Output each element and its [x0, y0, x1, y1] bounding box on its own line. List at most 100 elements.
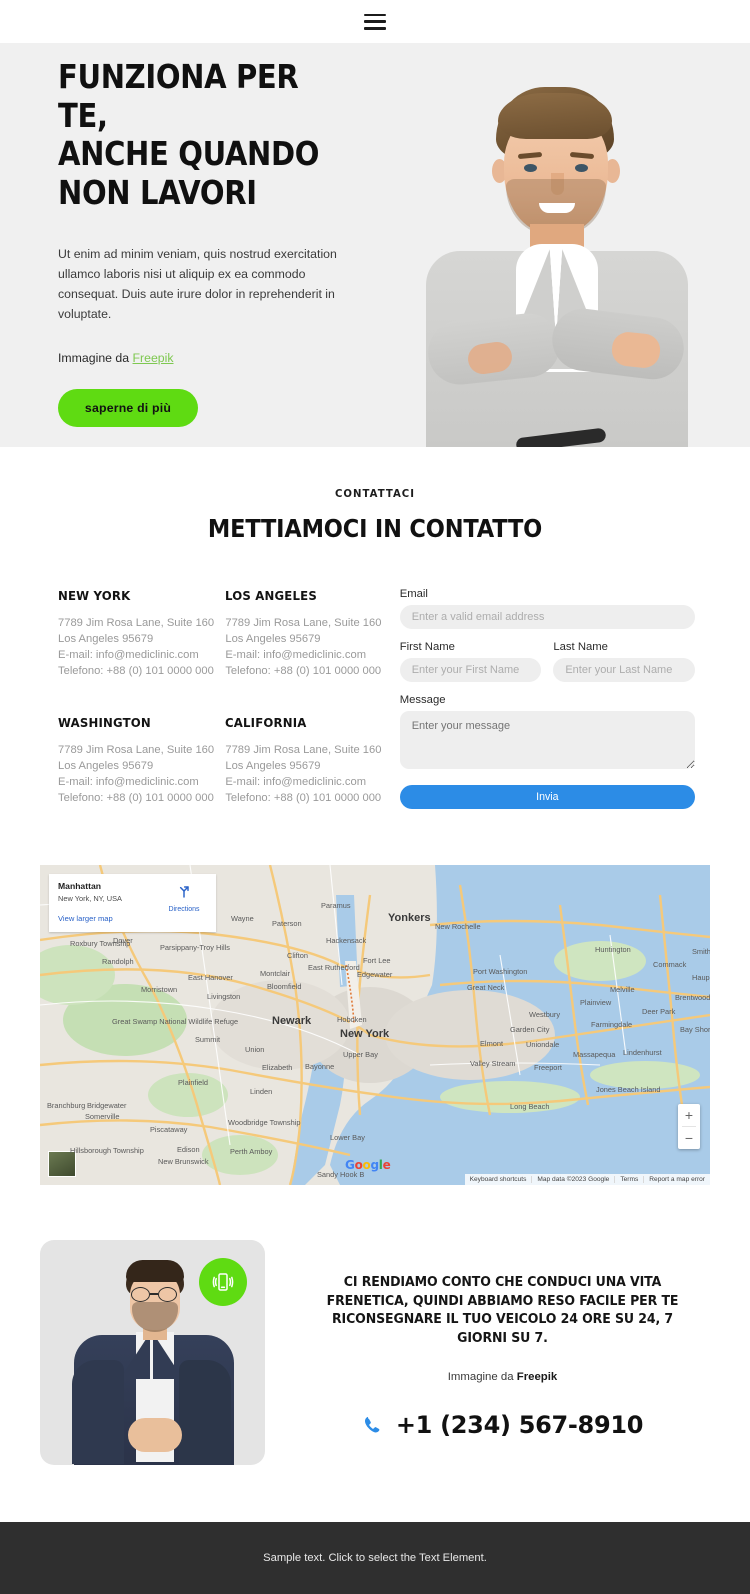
map-place-label: Woodbridge Township	[228, 1118, 301, 1127]
cta-image-credit: Immagine da Freepik	[307, 1371, 698, 1383]
map-place-label: Plainview	[580, 998, 612, 1007]
map-place-label: New York	[340, 1028, 390, 1040]
burger-line	[364, 20, 386, 23]
map-place-label: Uniondale	[526, 1040, 560, 1049]
eye-right	[575, 164, 588, 172]
message-textarea[interactable]	[399, 711, 695, 769]
first-name-input[interactable]	[399, 658, 542, 682]
hands	[128, 1418, 182, 1452]
map-place-label: Edgewater	[357, 970, 393, 979]
map-place-label: New Brunswick	[158, 1157, 209, 1166]
map-place-label: Elmont	[480, 1039, 504, 1048]
map-place-label: Bayonne	[305, 1062, 335, 1071]
fringe	[126, 1260, 184, 1282]
office-list: NEW YORK 7789 Jim Rosa Lane, Suite 160 L…	[58, 588, 393, 809]
fringe	[498, 93, 612, 139]
map-place-label: Union	[245, 1045, 265, 1054]
cta-phone-number: +1 (234) 567-8910	[395, 1410, 644, 1439]
message-label: Message	[399, 694, 446, 706]
map-place-label: Piscataway	[150, 1125, 188, 1134]
map-place-label: Yonkers	[388, 912, 431, 924]
map-place-label: Long Beach	[510, 1102, 550, 1111]
map-zoom-controls[interactable]: + −	[678, 1104, 700, 1149]
cta-image-card	[40, 1240, 265, 1465]
arm-left	[72, 1360, 124, 1464]
map-place-subtitle: New York, NY, USA	[58, 894, 122, 903]
map-place-label: Upper Bay	[343, 1050, 378, 1059]
map-place-label: Summit	[195, 1035, 221, 1044]
map-place-label: Smithto	[692, 947, 710, 956]
hero-credit-prefix: Immagine da	[58, 351, 133, 366]
hero-credit-link[interactable]: Freepik	[133, 351, 174, 365]
map-place-label: Newark	[272, 1015, 312, 1027]
burger-line	[364, 13, 386, 16]
last-name-label: Last Name	[553, 641, 608, 653]
map-place-label: Randolph	[102, 957, 134, 966]
report-map-error-link[interactable]: Report a map error	[643, 1176, 710, 1183]
glasses-bridge	[150, 1293, 158, 1295]
map-place-label: Brentwood	[675, 993, 710, 1002]
cta-credit-prefix: Immagine da	[447, 1370, 517, 1383]
map-place-label: New Rochelle	[435, 922, 481, 931]
keyboard-shortcuts-link[interactable]: Keyboard shortcuts	[465, 1176, 532, 1183]
office-details: 7789 Jim Rosa Lane, Suite 160 Los Angele…	[58, 617, 215, 677]
office-details: 7789 Jim Rosa Lane, Suite 160 Los Angele…	[58, 744, 215, 804]
email-label: Email	[399, 588, 428, 600]
zoom-in-button[interactable]: +	[678, 1104, 700, 1126]
view-larger-map-link[interactable]: View larger map	[58, 914, 160, 923]
hero-image-credit: Immagine da Freepik	[58, 351, 398, 365]
map-place-label: Hoboken	[337, 1015, 367, 1024]
section-title: METTIAMOCI IN CONTATTO	[207, 514, 543, 543]
map-place-label: Hackensack	[326, 936, 367, 945]
terms-link[interactable]: Terms	[614, 1176, 643, 1183]
site-footer: Sample text. Click to select the Text El…	[0, 1522, 750, 1594]
map-place-label: Great Swamp National Wildlife Refuge	[112, 1017, 239, 1026]
arm-right	[179, 1360, 231, 1464]
submit-button[interactable]: Invia	[399, 785, 695, 809]
office-city: LOS ANGELES	[225, 588, 318, 603]
hamburger-menu-icon[interactable]	[364, 13, 386, 30]
map-place-label: Garden City	[510, 1025, 550, 1034]
eye-left	[524, 164, 537, 172]
mobile-phone-ringing-icon	[199, 1258, 247, 1306]
office-details: 7789 Jim Rosa Lane, Suite 160 Los Angele…	[225, 744, 382, 804]
hero-copy: FUNZIONA PER TE, ANCHE QUANDO NON LAVORI…	[58, 57, 398, 428]
map-place-label: Massapequa	[573, 1050, 616, 1059]
footer-text[interactable]: Sample text. Click to select the Text El…	[263, 1552, 487, 1564]
map-place-label: Valley Stream	[470, 1059, 516, 1068]
map-place-label: Roxbury Township	[70, 939, 131, 948]
burger-line	[364, 27, 386, 30]
phone-glyph	[212, 1273, 234, 1291]
cta-phone-row[interactable]: +1 (234) 567-8910	[307, 1411, 698, 1439]
map-place-label: Westbury	[529, 1010, 561, 1019]
map-place-label: Great Neck	[467, 983, 505, 992]
map-place-label: Livingston	[207, 992, 241, 1001]
cta-credit-link[interactable]: Freepik	[517, 1371, 558, 1383]
map-place-label: Clifton	[287, 951, 308, 960]
hero-subtitle: Ut enim ad minim veniam, quis nostrud ex…	[58, 247, 337, 322]
zoom-out-button[interactable]: −	[678, 1127, 700, 1149]
hero-title: FUNZIONA PER TE, ANCHE QUANDO NON LAVORI	[58, 57, 320, 212]
map-place-label: Somerville	[85, 1112, 120, 1121]
learn-more-button[interactable]: saperne di più	[58, 389, 198, 428]
last-name-input[interactable]	[553, 658, 695, 682]
section-eyebrow: CONTATTACI	[334, 487, 416, 500]
map-place-label: Freeport	[534, 1063, 562, 1072]
email-input[interactable]	[399, 605, 695, 629]
office-city: NEW YORK	[58, 588, 131, 603]
office-card: LOS ANGELES 7789 Jim Rosa Lane, Suite 16…	[225, 588, 392, 682]
map-place-label: Bay Shore	[680, 1025, 710, 1034]
office-details: 7789 Jim Rosa Lane, Suite 160 Los Angele…	[225, 617, 382, 677]
map-place-label: Wayne	[231, 914, 254, 923]
map-place-label: Parsippany-Troy Hills	[160, 943, 230, 952]
directions-button[interactable]: Directions	[160, 881, 208, 932]
map-place-label: Melville	[610, 985, 635, 994]
map-place-label: Perth Amboy	[230, 1147, 273, 1156]
office-card: WASHINGTON 7789 Jim Rosa Lane, Suite 160…	[58, 715, 225, 809]
directions-icon	[179, 886, 189, 898]
map-place-label: Lindenhurst	[623, 1048, 662, 1057]
map-embed[interactable]: Manhattan New York, NY, USA View larger …	[40, 865, 710, 1185]
map-place-label: Huntington	[595, 945, 631, 954]
map-place-label: Lower Bay	[330, 1133, 365, 1142]
phone-icon	[364, 1416, 380, 1433]
